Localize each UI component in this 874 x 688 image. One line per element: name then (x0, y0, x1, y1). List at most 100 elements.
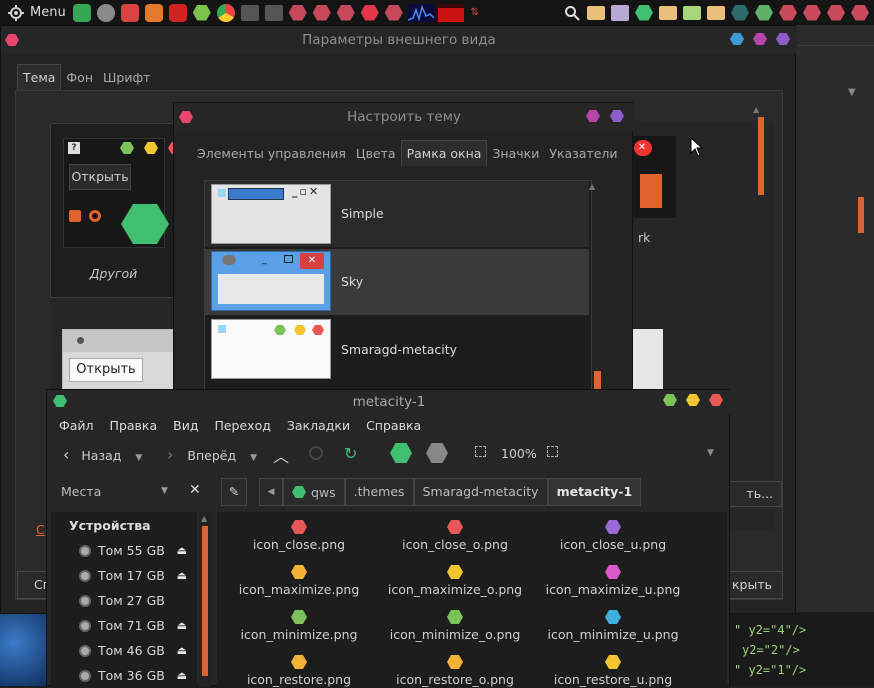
breadcrumb-item[interactable]: qws (283, 478, 345, 506)
file-item[interactable]: icon_minimize_u.png (533, 610, 693, 642)
sidebar-scrollbar[interactable]: ▲ (199, 512, 211, 687)
breadcrumb-left-arrow[interactable]: ◀ (259, 478, 283, 506)
eject-icon[interactable]: ⏏ (177, 619, 187, 632)
launcher-chrome-icon[interactable] (216, 3, 236, 23)
close-button[interactable]: крыть (723, 571, 783, 599)
theme-thumbnail-other[interactable]: ? Открыть Другой (50, 123, 182, 298)
back-button[interactable]: ‹ Назад ▼ (63, 445, 153, 465)
places-selector[interactable]: Места ▼ ✕ (51, 478, 201, 506)
launcher-rocket-icon[interactable] (96, 3, 116, 23)
breadcrumb-item[interactable]: .themes (344, 478, 414, 506)
tab-window-border[interactable]: Рамка окна (400, 140, 488, 166)
launcher-settings2-icon[interactable] (312, 3, 332, 23)
file-item[interactable]: icon_minimize_o.png (375, 610, 535, 642)
file-item[interactable]: icon_restore_u.png (533, 655, 693, 687)
folder-icon[interactable] (586, 3, 606, 23)
launcher-ruby-icon[interactable] (360, 3, 380, 23)
sidebar-item-device[interactable]: Том 55 GB ⏏ (51, 538, 197, 563)
tab-colors[interactable]: Цвета (351, 141, 401, 167)
hexagon-app-icon[interactable] (634, 3, 654, 23)
eject-icon[interactable]: ⏏ (177, 669, 187, 682)
reload-icon[interactable]: ↻ (344, 444, 357, 463)
launcher-settings4-icon[interactable] (384, 3, 404, 23)
launcher-settings3-icon[interactable] (336, 3, 356, 23)
file-item[interactable]: icon_maximize.png (219, 565, 379, 597)
theme-thumbnail-right[interactable] (631, 329, 663, 389)
computer-icon[interactable] (426, 443, 448, 463)
zoom-out-icon[interactable] (475, 446, 486, 457)
launcher-hexagon-icon[interactable] (192, 3, 212, 23)
breadcrumb-item[interactable]: Smaragd-metacity (413, 478, 548, 506)
zoom-in-icon[interactable] (547, 446, 558, 457)
launcher-green-icon[interactable] (72, 3, 92, 23)
tab-background[interactable]: Фон (61, 65, 98, 91)
file-item[interactable]: icon_close.png (219, 520, 379, 552)
sidebar-item-device[interactable]: Том 17 GB ⏏ (51, 563, 197, 588)
file-item[interactable]: icon_maximize_o.png (375, 565, 535, 597)
home-icon[interactable] (390, 443, 412, 463)
sidebar-item-device[interactable]: Том 36 GB ⏏ (51, 663, 197, 688)
eye-icon[interactable] (754, 3, 774, 23)
list-item[interactable]: _▫✕ Simple (205, 181, 589, 247)
install-link[interactable]: С (36, 522, 45, 537)
scrollbar-thumb[interactable] (858, 197, 864, 233)
menu-bookmarks[interactable]: Закладки (279, 418, 358, 433)
file-item[interactable]: icon_restore.png (219, 655, 379, 687)
file-item[interactable]: icon_minimize.png (219, 610, 379, 642)
up-arrow-icon[interactable]: ︿ (273, 443, 289, 467)
sidebar-item-device[interactable]: Том 71 GB ⏏ (51, 613, 197, 638)
sidebar-item-device[interactable]: Том 46 GB ⏏ (51, 638, 197, 663)
file-item[interactable]: icon_restore_o.png (375, 655, 535, 687)
eject-icon[interactable]: ⏏ (177, 569, 187, 582)
file-item[interactable]: icon_close_u.png (533, 520, 693, 552)
menu-go[interactable]: Переход (206, 418, 278, 433)
folder2-icon[interactable] (658, 3, 678, 23)
list-item[interactable]: Smaragd-metacity (205, 317, 589, 383)
file-item[interactable]: icon_close_o.png (375, 520, 535, 552)
stop-icon[interactable] (309, 446, 323, 460)
launcher-orange-app-icon[interactable] (144, 3, 164, 23)
menu-help[interactable]: Справка (358, 418, 429, 433)
network-icon[interactable] (730, 3, 750, 23)
list-scrollbar[interactable]: ▲ (589, 181, 595, 404)
theme-thumbnail-dark[interactable]: rk (626, 136, 676, 266)
tab-icons[interactable]: Значки (487, 141, 544, 167)
gear-tray2-icon[interactable] (802, 3, 822, 23)
launcher-red-app-icon[interactable] (120, 3, 140, 23)
tab-pointers[interactable]: Указатели (544, 141, 622, 167)
folder3-icon[interactable] (682, 3, 702, 23)
document-icon[interactable] (610, 3, 630, 23)
search-icon[interactable] (562, 3, 582, 23)
list-item[interactable]: _ ✕ Sky (205, 249, 589, 315)
sidebar-item-device[interactable]: Том 27 GB (51, 588, 197, 613)
launcher-terminal2-icon[interactable] (264, 3, 284, 23)
install-button[interactable]: ть... (726, 481, 782, 507)
folder4-icon[interactable] (706, 3, 726, 23)
tab-controls[interactable]: Элементы управления (192, 141, 351, 167)
launcher-settings-icon[interactable] (288, 3, 308, 23)
gear-tray3-icon[interactable] (826, 3, 846, 23)
edit-location-button[interactable]: ✎ (221, 478, 247, 506)
menu-gear-icon[interactable] (6, 3, 26, 23)
tab-font[interactable]: Шрифт (98, 65, 155, 91)
close-sidebar-icon[interactable]: ✕ (189, 482, 201, 498)
toolbar-menu-arrow-icon[interactable]: ▼ (707, 448, 714, 458)
launcher-opera-icon[interactable] (168, 3, 188, 23)
breadcrumb-item-current[interactable]: metacity-1 (547, 478, 642, 506)
theme-scrollbar[interactable]: ▲ (753, 105, 764, 567)
menu-file[interactable]: Файл (51, 418, 102, 433)
eject-icon[interactable]: ⏏ (177, 544, 187, 557)
gear-tray4-icon[interactable] (850, 3, 870, 23)
scrollbar-thumb[interactable] (594, 371, 601, 389)
eject-icon[interactable]: ⏏ (177, 644, 187, 657)
tab-theme[interactable]: Тема (17, 64, 62, 90)
menu-view[interactable]: Вид (165, 418, 206, 433)
close-button-icon[interactable]: ✕ (634, 140, 650, 156)
menu-button[interactable]: Menu (30, 5, 66, 20)
file-item[interactable]: icon_maximize_u.png (533, 565, 693, 597)
menu-edit[interactable]: Правка (102, 418, 166, 433)
launcher-terminal-icon[interactable] (240, 3, 260, 23)
gear-tray-icon[interactable] (778, 3, 798, 23)
chevron-down-icon[interactable]: ▼ (848, 87, 856, 98)
forward-button[interactable]: › Вперёд ▼ (167, 445, 263, 465)
